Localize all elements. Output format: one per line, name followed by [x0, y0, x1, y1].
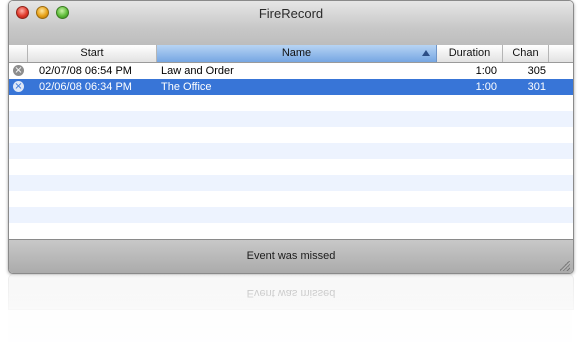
- cell-name: Law and Order: [161, 65, 234, 77]
- firerecord-window: FireRecord Start Name Duration Chan × 02…: [8, 0, 574, 274]
- missed-x-icon: ×: [13, 65, 24, 76]
- column-header-name-label: Name: [281, 47, 312, 59]
- title-bar[interactable]: FireRecord: [9, 1, 573, 46]
- missed-x-icon: ×: [13, 81, 24, 92]
- column-header-duration[interactable]: Duration: [437, 45, 503, 62]
- resize-grip-icon[interactable]: [560, 261, 570, 271]
- reflection-fade: [8, 274, 574, 350]
- column-header-chan[interactable]: Chan: [503, 45, 549, 62]
- sort-ascending-icon: [422, 50, 430, 56]
- cell-chan: 305: [527, 65, 546, 77]
- cell-chan: 301: [527, 81, 546, 93]
- cell-name: The Office: [161, 81, 212, 93]
- status-bar: Event was missed: [9, 239, 573, 273]
- status-text: Event was missed: [246, 250, 336, 262]
- events-table[interactable]: × 02/07/08 06:54 PM Law and Order 1:00 3…: [9, 63, 573, 239]
- cell-duration: 1:00: [475, 65, 497, 77]
- column-header-name[interactable]: Name: [157, 45, 437, 62]
- column-header-start[interactable]: Start: [28, 45, 157, 62]
- cell-duration: 1:00: [475, 81, 497, 93]
- window-reflection: Event was missed: [8, 274, 574, 350]
- column-header-filler: [549, 45, 573, 62]
- column-header-status[interactable]: [9, 45, 28, 62]
- table-row-selected[interactable]: × 02/06/08 06:34 PM The Office 1:00 301: [9, 79, 573, 95]
- cell-start: 02/06/08 06:34 PM: [39, 81, 132, 93]
- table-row[interactable]: × 02/07/08 06:54 PM Law and Order 1:00 3…: [9, 63, 573, 79]
- window-title: FireRecord: [258, 6, 324, 21]
- cell-start: 02/07/08 06:54 PM: [39, 65, 132, 77]
- table-header: Start Name Duration Chan: [9, 45, 573, 63]
